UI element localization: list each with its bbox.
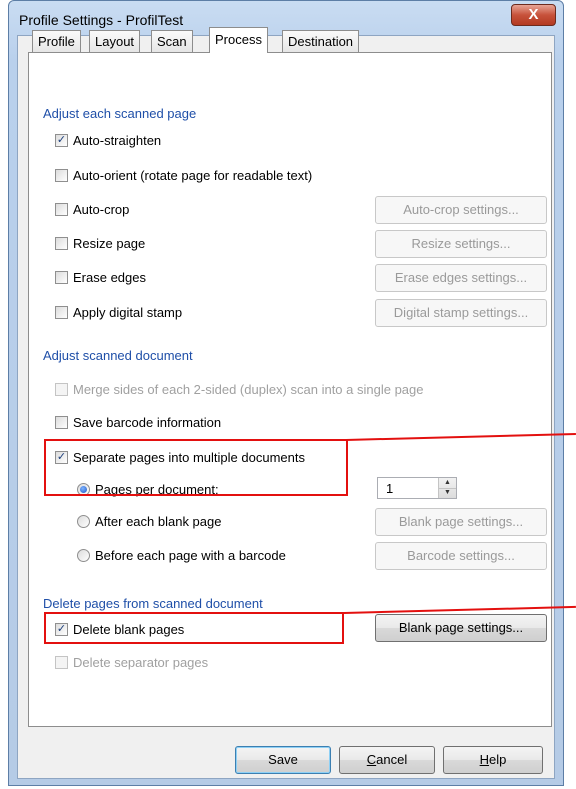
erase-edges-checkbox[interactable]: Erase edges <box>55 270 146 285</box>
resize-settings-button[interactable]: Resize settings... <box>375 230 547 258</box>
help-button[interactable]: Help <box>443 746 543 774</box>
checkbox-icon <box>55 383 68 397</box>
spin-down-icon[interactable]: ▼ <box>439 488 456 498</box>
pages-per-document-stepper[interactable]: 1 ▲ ▼ <box>377 477 457 499</box>
auto-crop-checkbox[interactable]: Auto-crop <box>55 202 129 217</box>
auto-straighten-checkbox[interactable]: ✓ Auto-straighten <box>55 133 161 148</box>
save-button[interactable]: Save <box>235 746 331 774</box>
radio-icon <box>77 549 90 563</box>
blank-page-settings-button-disabled[interactable]: Blank page settings... <box>375 508 547 536</box>
checkbox-icon <box>55 271 68 285</box>
checkbox-icon <box>55 203 68 217</box>
save-barcode-checkbox[interactable]: Save barcode information <box>55 415 221 430</box>
stepper-buttons: ▲ ▼ <box>438 478 456 498</box>
checkbox-icon <box>55 306 68 320</box>
radio-icon <box>77 515 90 529</box>
highlight-box-separate <box>44 439 348 496</box>
tab-scan[interactable]: Scan <box>151 30 193 52</box>
stepper-value: 1 <box>386 481 394 496</box>
window-title: Profile Settings - ProfilTest <box>19 12 184 28</box>
cancel-button[interactable]: Cancel <box>339 746 435 774</box>
digital-stamp-settings-button[interactable]: Digital stamp settings... <box>375 299 547 327</box>
blank-page-settings-button[interactable]: Blank page settings... <box>375 614 547 642</box>
close-icon: X <box>528 6 539 23</box>
barcode-settings-button[interactable]: Barcode settings... <box>375 542 547 570</box>
close-button[interactable]: X <box>511 4 556 26</box>
before-barcode-page-radio[interactable]: Before each page with a barcode <box>77 548 286 563</box>
checkbox-icon <box>55 656 68 670</box>
tab-destination[interactable]: Destination <box>282 30 360 52</box>
erase-edges-settings-button[interactable]: Erase edges settings... <box>375 264 547 292</box>
auto-crop-settings-button[interactable]: Auto-crop settings... <box>375 196 547 224</box>
resize-page-checkbox[interactable]: Resize page <box>55 236 145 251</box>
checkbox-icon <box>55 169 68 183</box>
checkbox-icon <box>55 237 68 251</box>
tab-layout[interactable]: Layout <box>89 30 141 52</box>
merge-sides-checkbox[interactable]: Merge sides of each 2-sided (duplex) sca… <box>55 382 424 397</box>
delete-separator-pages-checkbox[interactable]: Delete separator pages <box>55 655 208 670</box>
tab-profile[interactable]: Profile <box>32 30 81 52</box>
highlight-box-delete-blank <box>44 612 344 644</box>
after-blank-page-radio[interactable]: After each blank page <box>77 514 221 529</box>
tab-process[interactable]: Process <box>209 27 268 53</box>
digital-stamp-checkbox[interactable]: Apply digital stamp <box>55 305 182 320</box>
group-title-delete-pages: Delete pages from scanned document <box>43 596 267 611</box>
checkbox-icon <box>55 416 68 430</box>
auto-orient-checkbox[interactable]: Auto-orient (rotate page for readable te… <box>55 168 312 183</box>
group-title-adjust-document: Adjust scanned document <box>43 348 197 363</box>
checkbox-checked-icon: ✓ <box>55 134 68 148</box>
group-title-adjust-page: Adjust each scanned page <box>43 106 201 121</box>
